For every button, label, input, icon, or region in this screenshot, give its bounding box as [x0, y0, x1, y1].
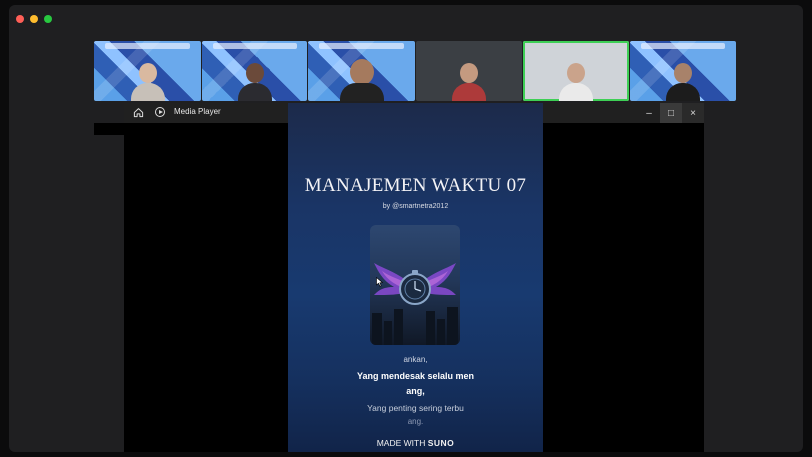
participant-tile[interactable] — [308, 41, 415, 101]
slide-header — [640, 43, 726, 49]
slide-header — [318, 43, 405, 49]
slide-header — [212, 43, 297, 49]
made-with-credit: MADE WITH SUNO — [288, 438, 543, 448]
minimize-button[interactable]: – — [638, 103, 660, 123]
participant-video — [237, 61, 272, 101]
maximize-button[interactable]: □ — [660, 103, 682, 123]
lyric-line-current: ang, — [406, 386, 425, 396]
lyric-line: Yang penting sering terbu — [367, 403, 464, 413]
participant-tile[interactable] — [630, 41, 736, 101]
mouse-cursor-icon — [376, 277, 384, 287]
song-author: by @smartnetra2012 — [382, 203, 449, 210]
lyric-line-current: Yang mendesak selalu men — [356, 371, 475, 381]
participant-tile[interactable] — [416, 41, 522, 101]
participant-tile[interactable] — [94, 41, 201, 101]
participant-tile[interactable] — [523, 41, 629, 101]
close-button[interactable]: × — [682, 103, 704, 123]
lyric-line: ankan, — [403, 355, 428, 364]
minimize-window-button[interactable] — [30, 15, 38, 23]
participant-video — [130, 61, 165, 101]
participant-video — [666, 61, 700, 101]
home-icon[interactable] — [133, 107, 144, 118]
participant-tile[interactable] — [202, 41, 307, 101]
media-player-title: Media Player — [174, 107, 221, 116]
video-frame[interactable]: MANAJEMEN WAKTU 07 by @smartnetra2012 an… — [288, 103, 543, 452]
play-circle-icon — [155, 107, 165, 117]
window-controls — [16, 15, 52, 23]
close-window-button[interactable] — [16, 15, 24, 23]
lyric-line: ang. — [407, 417, 424, 426]
credit-prefix: MADE WITH — [376, 438, 426, 448]
participant-video — [452, 61, 486, 101]
maximize-window-button[interactable] — [44, 15, 52, 23]
participant-video — [339, 57, 384, 101]
media-player-window: Media Player – □ × MANAJEMEN WAKTU 07 by… — [124, 103, 704, 452]
song-title: MANAJEMEN WAKTU 07 — [304, 175, 527, 196]
slide-header — [104, 43, 191, 49]
meeting-window: Media Player – □ × MANAJEMEN WAKTU 07 by… — [9, 5, 803, 452]
suno-logo: SUNO — [427, 438, 455, 448]
participant-video — [559, 61, 593, 101]
participant-strip — [9, 41, 803, 135]
